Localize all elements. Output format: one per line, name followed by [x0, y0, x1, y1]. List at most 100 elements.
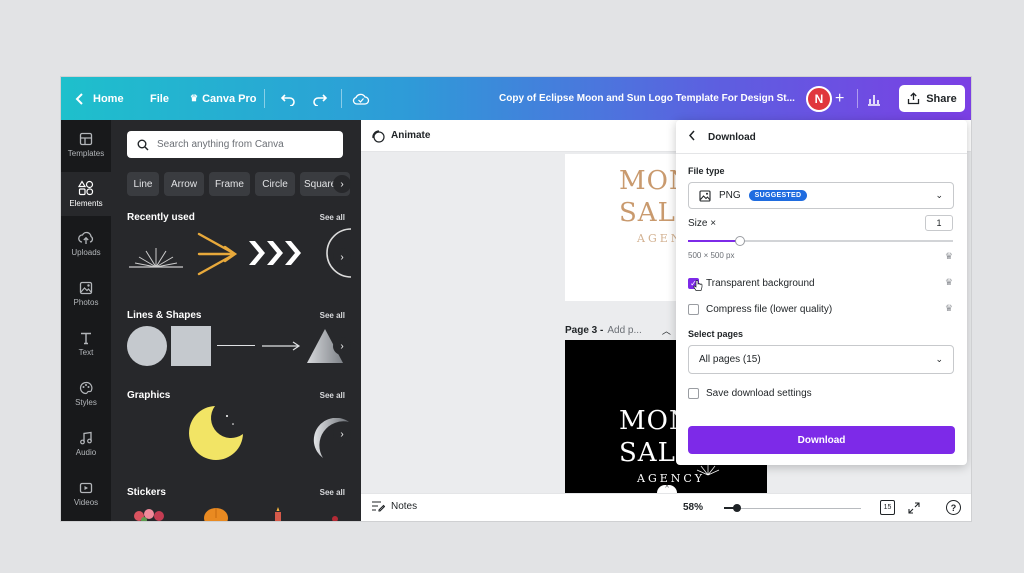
rail-item-videos[interactable]: Videos: [61, 472, 111, 516]
canva-pro-label: Canva Pro: [202, 92, 257, 105]
chevrons-graphic[interactable]: [247, 238, 305, 268]
rail-item-text[interactable]: Text: [61, 322, 111, 366]
uploads-icon: [78, 231, 94, 244]
rail-item-templates[interactable]: Templates: [61, 123, 111, 167]
rail-label-photos: Photos: [73, 298, 99, 307]
lines-shapes-next-button[interactable]: ›: [333, 337, 351, 355]
file-type-value: PNG: [719, 190, 741, 201]
rail-label-videos: Videos: [73, 498, 99, 507]
rail-label-templates: Templates: [67, 149, 105, 158]
rail-item-uploads[interactable]: Uploads: [61, 222, 111, 266]
pumpkin-sticker[interactable]: [203, 506, 229, 521]
size-value: 1: [936, 218, 942, 228]
chevron-right-icon: ›: [340, 340, 344, 352]
see-all-lines-shapes[interactable]: See all: [320, 311, 345, 320]
notes-button[interactable]: Notes: [371, 500, 417, 512]
size-input[interactable]: 1: [925, 215, 953, 231]
chip-frame[interactable]: Frame: [209, 172, 250, 196]
line-shape[interactable]: [217, 345, 255, 346]
upload-icon: [908, 92, 920, 105]
pages-select[interactable]: All pages (15) ⌄: [688, 345, 954, 374]
cloud-sync-button[interactable]: [352, 77, 370, 120]
chip-circle[interactable]: Circle: [255, 172, 295, 196]
graphics-next-button[interactable]: ›: [333, 425, 351, 443]
photos-icon: [79, 281, 93, 295]
chip-label: Square: [304, 178, 337, 190]
rail-item-styles[interactable]: Styles: [61, 372, 111, 416]
chip-label: Frame: [215, 178, 244, 190]
see-all-recently-used[interactable]: See all: [320, 213, 345, 222]
arrow-line-shape[interactable]: [261, 340, 301, 352]
chevron-right-icon: ›: [340, 178, 344, 190]
search-input[interactable]: Search anything from Canva: [127, 131, 343, 158]
top-bar: Home File ♛ Canva Pro Copy of Eclipse Mo…: [61, 77, 971, 120]
chevron-left-icon: [688, 130, 695, 141]
transparent-background-option[interactable]: ✓ Transparent background: [688, 275, 815, 291]
pages-value: All pages (15): [699, 354, 761, 365]
page-title-input[interactable]: Add p...: [607, 325, 641, 336]
page-expand-handle[interactable]: ^: [657, 485, 677, 493]
canva-pro-button[interactable]: ♛ Canva Pro: [190, 77, 257, 120]
circle-shape[interactable]: [127, 326, 167, 366]
redo-button[interactable]: [312, 77, 328, 120]
recently-used-next-button[interactable]: ›: [333, 248, 351, 266]
flowers-sticker[interactable]: [131, 506, 171, 521]
share-button[interactable]: Share: [899, 85, 965, 112]
videos-icon: [79, 482, 93, 494]
yellow-moon-graphic[interactable]: [187, 404, 245, 462]
compress-file-option[interactable]: Compress file (lower quality): [688, 301, 832, 317]
download-panel: Download File type PNG SUGGESTED ⌄ Size …: [676, 120, 967, 465]
add-collaborator-button[interactable]: +: [835, 77, 844, 120]
square-shape[interactable]: [171, 326, 211, 366]
pink-moon-graphic[interactable]: [131, 404, 175, 462]
rail-item-photos[interactable]: Photos: [61, 272, 111, 316]
back-button[interactable]: [688, 130, 696, 144]
zoom-slider-handle[interactable]: [733, 504, 741, 512]
arrows-graphic[interactable]: [195, 228, 241, 278]
sunburst-graphic[interactable]: [127, 230, 185, 274]
page-count-button[interactable]: 15: [880, 500, 895, 515]
suggested-badge: SUGGESTED: [748, 190, 808, 201]
zoom-slider-track[interactable]: [724, 508, 861, 509]
download-header: Download: [688, 130, 756, 144]
candle-sticker[interactable]: [271, 506, 285, 521]
insights-button[interactable]: [866, 77, 882, 120]
rail-item-audio[interactable]: Audio: [61, 422, 111, 466]
see-all-graphics[interactable]: See all: [320, 391, 345, 400]
help-icon: ?: [950, 502, 957, 513]
chips-next-button[interactable]: ›: [333, 175, 351, 193]
bar-chart-icon: [868, 94, 880, 106]
fullscreen-icon[interactable]: [908, 502, 920, 514]
animate-label: Animate: [391, 130, 431, 141]
image-file-icon: [699, 189, 711, 202]
size-slider-handle[interactable]: [735, 236, 745, 246]
save-settings-label: Save download settings: [706, 387, 812, 399]
compress-label: Compress file (lower quality): [706, 303, 833, 315]
section-title-lines-shapes: Lines & Shapes: [127, 310, 202, 321]
help-button[interactable]: ?: [946, 500, 961, 515]
document-title[interactable]: Copy of Eclipse Moon and Sun Logo Templa…: [499, 77, 795, 120]
chevron-right-icon: ›: [340, 428, 344, 440]
undo-button[interactable]: [280, 77, 296, 120]
avatar[interactable]: N: [806, 86, 832, 112]
see-all-stickers[interactable]: See all: [320, 488, 345, 497]
chip-line[interactable]: Line: [127, 172, 159, 196]
save-settings-option[interactable]: Save download settings: [688, 385, 812, 401]
size-label: Size ×: [688, 218, 717, 229]
hand-cursor-icon: [693, 280, 703, 291]
rail-item-elements[interactable]: Elements: [61, 172, 111, 216]
file-type-select[interactable]: PNG SUGGESTED ⌄: [688, 182, 954, 209]
save-settings-checkbox[interactable]: [688, 387, 699, 399]
chip-arrow[interactable]: Arrow: [164, 172, 204, 196]
home-button[interactable]: Home: [75, 77, 124, 120]
animate-button[interactable]: Animate: [371, 129, 430, 143]
cherry-sticker[interactable]: [329, 512, 343, 521]
chevron-up-icon[interactable]: ︿: [662, 324, 671, 337]
download-button[interactable]: Download: [688, 426, 955, 454]
white-moon-graphic[interactable]: [257, 404, 301, 462]
page-3-header: Page 3 - Add p... ︿: [565, 324, 671, 337]
page-number-label: Page 3 -: [565, 325, 604, 336]
file-menu[interactable]: File: [150, 77, 169, 120]
compress-checkbox[interactable]: [688, 303, 699, 315]
crown-icon: ♛: [944, 277, 953, 287]
